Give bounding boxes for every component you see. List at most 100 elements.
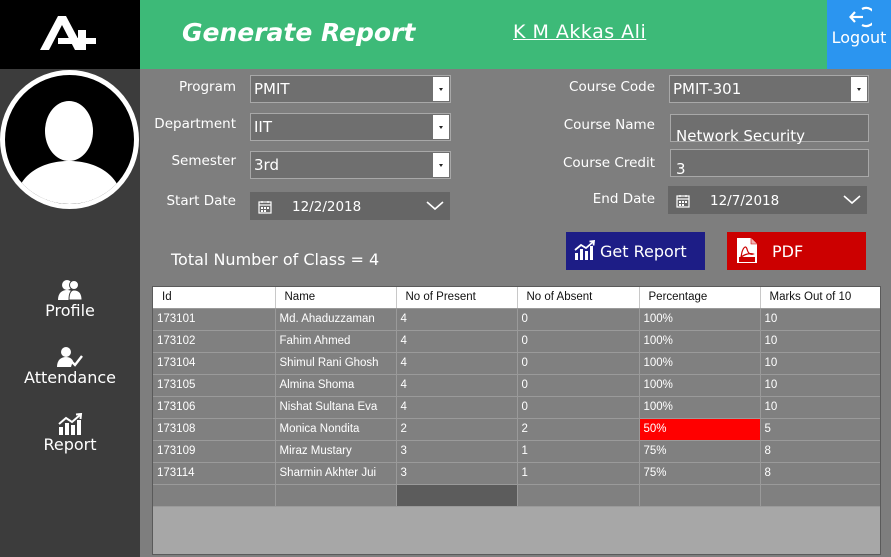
cell-marks[interactable]: 5	[760, 418, 880, 441]
cell-percentage[interactable]: 100%	[639, 374, 761, 397]
cell-name[interactable]: Almina Shoma	[275, 374, 397, 397]
column-header-present[interactable]: No of Present	[396, 287, 518, 309]
cell-absent[interactable]: 0	[517, 374, 640, 397]
chevron-down-icon[interactable]	[843, 194, 861, 205]
sidebar-item-profile[interactable]: Profile	[0, 279, 140, 320]
cell-empty[interactable]	[275, 484, 397, 507]
table-new-row[interactable]	[153, 484, 880, 507]
table-row[interactable]: 173102 Fahim Ahmed 4 0 100% 10	[153, 330, 880, 353]
logout-button[interactable]: Logout	[827, 0, 891, 69]
cell-empty[interactable]	[760, 484, 880, 507]
course-name-field[interactable]: Network Security	[670, 114, 869, 145]
cell-absent[interactable]: 1	[517, 462, 640, 485]
column-header-name[interactable]: Name	[275, 287, 397, 309]
cell-present[interactable]: 4	[396, 352, 518, 375]
cell-marks[interactable]: 8	[760, 462, 880, 485]
cell-id[interactable]: 173108	[153, 418, 276, 441]
table-row[interactable]: 173106 Nishat Sultana Eva 4 0 100% 10	[153, 396, 880, 419]
cell-name[interactable]: Monica Nondita	[275, 418, 397, 441]
cell-absent[interactable]: 2	[517, 418, 640, 441]
cell-percentage-low[interactable]: 50%	[639, 418, 761, 441]
pdf-file-icon	[737, 238, 757, 263]
semester-select[interactable]: 3rd	[250, 151, 451, 179]
cell-name[interactable]: Nishat Sultana Eva	[275, 396, 397, 419]
cell-empty[interactable]	[639, 484, 761, 507]
cell-absent[interactable]: 1	[517, 440, 640, 463]
end-date-label: End Date	[592, 191, 655, 207]
sidebar-item-label: Report	[43, 435, 97, 454]
cell-id[interactable]: 173105	[153, 374, 276, 397]
chevron-down-icon[interactable]	[433, 153, 449, 177]
cell-id[interactable]: 173104	[153, 352, 276, 375]
cell-marks[interactable]: 8	[760, 440, 880, 463]
cell-empty-selected[interactable]	[396, 484, 518, 507]
cell-name[interactable]: Shimul Rani Ghosh	[275, 352, 397, 375]
cell-percentage[interactable]: 100%	[639, 308, 761, 331]
header-bar: Generate Report K M Akkas Ali	[140, 0, 827, 69]
cell-absent[interactable]: 0	[517, 308, 640, 331]
cell-marks[interactable]: 10	[760, 374, 880, 397]
cell-present[interactable]: 3	[396, 462, 518, 485]
sidebar-item-report[interactable]: Report	[0, 413, 140, 454]
cell-name[interactable]: Miraz Mustary	[275, 440, 397, 463]
cell-percentage[interactable]: 100%	[639, 330, 761, 353]
get-report-button[interactable]: Get Report	[566, 232, 705, 270]
cell-present[interactable]: 4	[396, 308, 518, 331]
chevron-down-icon[interactable]	[426, 200, 444, 211]
cell-marks[interactable]: 10	[760, 308, 880, 331]
table-row[interactable]: 173104 Shimul Rani Ghosh 4 0 100% 10	[153, 352, 880, 375]
cell-id[interactable]: 173102	[153, 330, 276, 353]
table-row[interactable]: 173108 Monica Nondita 2 2 50% 5	[153, 418, 880, 441]
column-header-id[interactable]: Id	[153, 287, 276, 309]
cell-percentage[interactable]: 100%	[639, 352, 761, 375]
cell-id[interactable]: 173114	[153, 462, 276, 485]
start-date-value: 12/2/2018	[292, 199, 362, 215]
cell-marks[interactable]: 10	[760, 330, 880, 353]
start-date-picker[interactable]: 12/2/2018	[250, 192, 450, 220]
cell-absent[interactable]: 0	[517, 330, 640, 353]
cell-name[interactable]: Md. Ahaduzzaman	[275, 308, 397, 331]
chevron-down-icon[interactable]	[433, 77, 449, 101]
cell-present[interactable]: 4	[396, 374, 518, 397]
cell-marks[interactable]: 10	[760, 352, 880, 375]
cell-percentage[interactable]: 100%	[639, 396, 761, 419]
cell-empty[interactable]	[153, 484, 276, 507]
table-row[interactable]: 173114 Sharmin Akhter Jui 3 1 75% 8	[153, 462, 880, 485]
cell-absent[interactable]: 0	[517, 352, 640, 375]
cell-id[interactable]: 173106	[153, 396, 276, 419]
cell-id[interactable]: 173101	[153, 308, 276, 331]
cell-percentage[interactable]: 75%	[639, 440, 761, 463]
cell-id[interactable]: 173109	[153, 440, 276, 463]
department-value: IIT	[254, 118, 273, 136]
user-name-link[interactable]: K M Akkas Ali	[513, 21, 646, 43]
table-row[interactable]: 173105 Almina Shoma 4 0 100% 10	[153, 374, 880, 397]
department-select[interactable]: IIT	[250, 113, 451, 141]
cell-name[interactable]: Sharmin Akhter Jui	[275, 462, 397, 485]
get-report-label: Get Report	[600, 242, 687, 261]
table-row[interactable]: 173101 Md. Ahaduzzaman 4 0 100% 10	[153, 308, 880, 331]
cell-absent[interactable]: 0	[517, 396, 640, 419]
calendar-icon	[258, 201, 272, 214]
cell-present[interactable]: 4	[396, 330, 518, 353]
program-select[interactable]: PMIT	[250, 75, 451, 103]
course-credit-field[interactable]: 3	[670, 149, 869, 178]
cell-name[interactable]: Fahim Ahmed	[275, 330, 397, 353]
department-label: Department	[154, 116, 236, 132]
course-code-select[interactable]: PMIT-301	[669, 75, 869, 103]
cell-present[interactable]: 3	[396, 440, 518, 463]
cell-present[interactable]: 4	[396, 396, 518, 419]
column-header-absent[interactable]: No of Absent	[517, 287, 640, 309]
chevron-down-icon[interactable]	[851, 77, 867, 101]
cell-present[interactable]: 2	[396, 418, 518, 441]
cell-percentage[interactable]: 75%	[639, 462, 761, 485]
cell-marks[interactable]: 10	[760, 396, 880, 419]
pdf-button[interactable]: PDF	[727, 232, 866, 270]
end-date-picker[interactable]: 12/7/2018	[668, 186, 867, 214]
cell-empty[interactable]	[517, 484, 640, 507]
column-header-percentage[interactable]: Percentage	[639, 287, 761, 309]
column-header-marks[interactable]: Marks Out of 10	[760, 287, 880, 309]
sidebar-item-attendance[interactable]: Attendance	[0, 346, 140, 387]
chevron-down-icon[interactable]	[433, 115, 449, 139]
attendance-report-grid[interactable]: Id Name No of Present No of Absent Perce…	[152, 286, 881, 555]
table-row[interactable]: 173109 Miraz Mustary 3 1 75% 8	[153, 440, 880, 463]
